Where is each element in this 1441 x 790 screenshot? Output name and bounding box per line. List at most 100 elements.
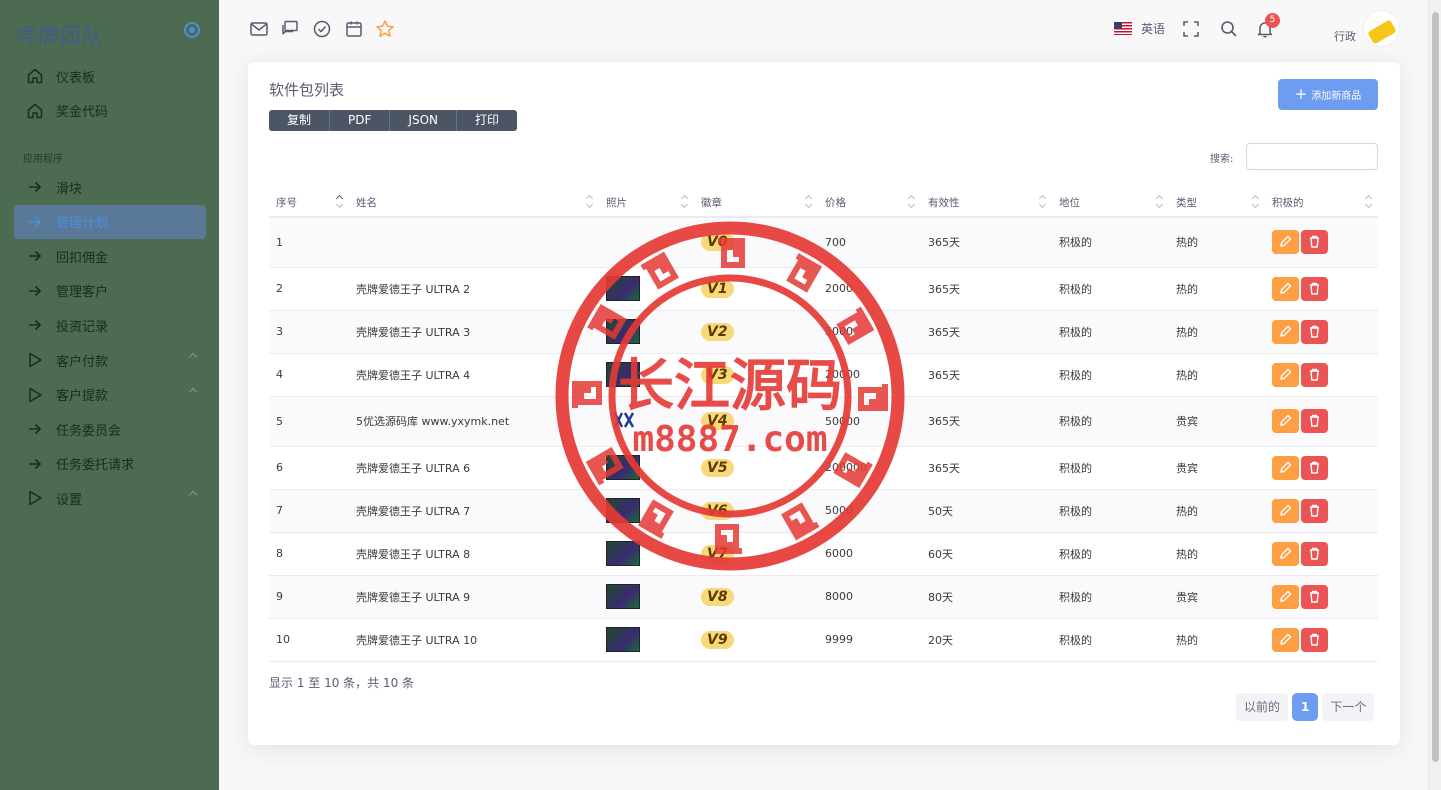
language-label[interactable]: 英语 [1141,20,1165,37]
arrow-right-icon [26,247,44,265]
column-header[interactable]: 积极的 [1265,187,1378,218]
cell-price: 5000 [818,489,921,533]
trash-icon [1310,325,1319,338]
scrollbar-thumb[interactable] [1432,12,1439,762]
sidebar-item[interactable]: 仪表板 [14,59,206,93]
pencil-icon [1280,414,1292,426]
mail-icon[interactable] [249,19,269,39]
column-header-label: 照片 [606,197,627,209]
column-header[interactable]: 照片 [599,187,694,218]
level-badge: V2 [701,322,734,341]
sort-icon [337,195,343,209]
edit-button[interactable] [1272,362,1299,387]
column-header[interactable]: 价格 [818,187,921,218]
page-scrollbar[interactable] [1428,0,1441,790]
column-header[interactable]: 有效性 [921,187,1052,218]
json-button[interactable]: JSON [390,110,457,131]
product-photo [606,584,640,609]
column-header[interactable]: 类型 [1169,187,1265,218]
sidebar-item[interactable]: 客户提款 [14,378,206,412]
delete-button[interactable] [1301,230,1328,255]
sidebar-item[interactable]: 管理客户 [14,274,206,308]
delete-button[interactable] [1301,319,1328,344]
delete-button[interactable] [1301,409,1328,433]
sort-icon [909,195,915,209]
edit-button[interactable] [1272,584,1299,609]
table-row: 9 壳牌爱德王子 ULTRA 9 V8 8000 80天 积极的 贵宾 [269,575,1378,619]
level-badge: V4 [701,412,734,430]
sidebar-item[interactable]: 任务委员会 [14,412,206,446]
edit-button[interactable] [1272,455,1299,480]
edit-button[interactable] [1272,541,1299,566]
edit-button[interactable] [1272,319,1299,344]
cell-status: 积极的 [1052,267,1169,311]
check-circle-icon[interactable] [312,19,332,39]
level-badge: V9 [701,630,734,649]
edit-button[interactable] [1272,409,1299,433]
cell-badge: V4 [694,396,818,447]
delete-button[interactable] [1301,627,1328,652]
sidebar-item[interactable]: 管理计划 [14,204,206,239]
sidebar-item[interactable]: 回扣佣金 [14,239,206,273]
column-header[interactable]: 姓名 [349,187,599,218]
sidebar-item[interactable]: 投资记录 [14,308,206,342]
fullscreen-icon[interactable] [1181,19,1201,39]
cell-type: 热的 [1169,310,1265,354]
pdf-button[interactable]: PDF [330,110,391,131]
pencil-icon [1280,236,1292,247]
sidebar-item[interactable]: 奖金代码 [14,94,206,128]
delete-button[interactable] [1301,362,1328,387]
star-icon[interactable] [375,19,395,39]
delete-button[interactable] [1301,276,1328,301]
us-flag-icon[interactable] [1114,22,1132,35]
sidebar-item-label: 任务委员会 [56,423,122,439]
cell-name: 壳牌爱德王子 ULTRA 9 [349,575,599,619]
sidebar-item[interactable]: 客户付款 [14,343,206,377]
edit-button[interactable] [1272,230,1299,255]
add-item-button[interactable]: + 添加新商品 [1278,79,1378,110]
edit-button[interactable] [1272,498,1299,523]
delete-button[interactable] [1301,584,1328,609]
cell-validity: 60天 [921,532,1052,576]
cell-price: 700 [818,217,921,268]
cell-actions [1265,446,1378,490]
sidebar-item-label: 任务委托请求 [56,458,135,474]
edit-button[interactable] [1272,627,1299,652]
print-button[interactable]: 打印 [457,110,517,131]
column-header[interactable]: 地位 [1052,187,1169,218]
cell-no: 7 [269,489,349,533]
cell-validity: 80天 [921,575,1052,619]
column-header[interactable]: 序号 [269,187,349,218]
cell-price: 50000 [818,396,921,447]
sidebar-item[interactable]: 任务委托请求 [14,447,206,481]
cell-validity: 365天 [921,310,1052,354]
column-header[interactable]: 徽章 [694,187,818,218]
search-input[interactable] [1246,143,1378,170]
brand-name[interactable]: 壳牌团队 [16,20,104,50]
cell-no: 1 [269,217,349,268]
delete-button[interactable] [1301,498,1328,523]
user-name[interactable]: 行政 [1334,28,1356,44]
calendar-icon[interactable] [344,19,364,39]
copy-button[interactable]: 复制 [269,110,331,131]
next-page-button[interactable]: 下一个 [1322,693,1375,721]
sidebar-toggle-icon[interactable] [184,22,200,38]
avatar[interactable] [1363,10,1400,47]
edit-button[interactable] [1272,276,1299,301]
chat-icon[interactable] [280,19,300,39]
column-header-label: 价格 [825,197,846,209]
sidebar-item[interactable]: 设置 [14,481,206,515]
cell-name: 5优选源码库 www.yxymk.net [349,396,599,447]
search-icon[interactable] [1219,19,1239,39]
section-header-apps: 应用程序 [23,154,63,165]
prev-page-button[interactable]: 以前的 [1236,693,1289,721]
cell-actions [1265,217,1378,268]
page-1-button[interactable]: 1 [1292,693,1319,721]
topbar: 英语 5 行政 [219,0,1428,58]
cell-name: 壳牌爱德王子 ULTRA 8 [349,532,599,576]
cell-photo [599,396,694,447]
cell-photo [599,353,694,397]
sidebar-item[interactable]: 滑块 [14,170,206,204]
delete-button[interactable] [1301,455,1328,480]
delete-button[interactable] [1301,541,1328,566]
